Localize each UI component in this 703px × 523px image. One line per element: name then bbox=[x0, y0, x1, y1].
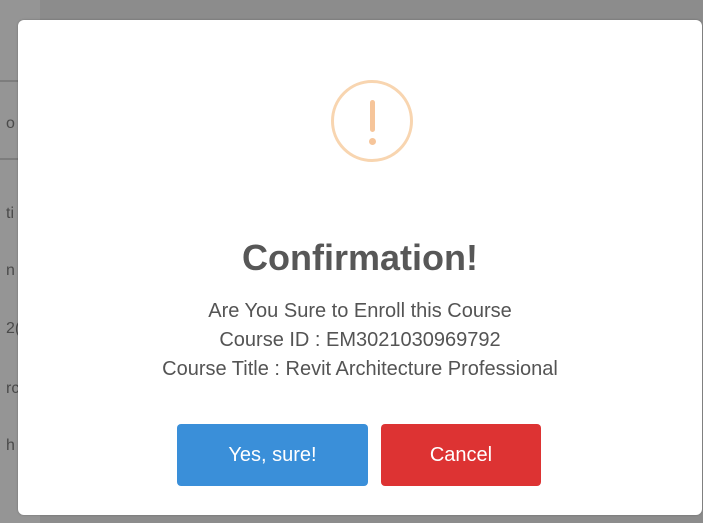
exclamation-dot bbox=[368, 138, 376, 145]
background-text-fragment: n bbox=[6, 262, 15, 279]
confirm-enroll-button[interactable]: Yes, sure! bbox=[177, 424, 368, 486]
confirmation-dialog: Confirmation! Are You Sure to Enroll thi… bbox=[18, 20, 702, 515]
warning-exclamation-icon bbox=[331, 80, 413, 162]
background-text-fragment: o bbox=[6, 115, 15, 132]
course-title-text: Course Title : Revit Architecture Profes… bbox=[162, 358, 558, 380]
background-text-fragment: ti bbox=[6, 205, 14, 222]
exclamation-bar bbox=[369, 100, 375, 132]
dialog-message-line: Are You Sure to Enroll this Course bbox=[208, 300, 512, 322]
course-id-text: Course ID : EM3021030969792 bbox=[219, 329, 501, 351]
dialog-title: Confirmation! bbox=[242, 237, 478, 278]
background-text-fragment: h bbox=[6, 437, 15, 454]
cancel-button[interactable]: Cancel bbox=[381, 424, 541, 486]
